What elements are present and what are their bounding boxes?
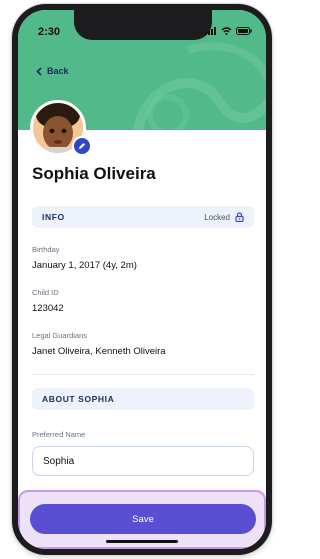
birthday-label: Birthday xyxy=(32,245,60,254)
about-section-title: ABOUT SOPHIA xyxy=(42,394,115,404)
status-icons xyxy=(205,27,252,35)
back-button[interactable]: Back xyxy=(36,66,69,76)
home-indicator xyxy=(106,540,178,543)
child-id-label: Child ID xyxy=(32,288,59,297)
screen: 2:30 Back Sophia Oliveira INFO Locked Bi… xyxy=(18,10,266,549)
locked-label: Locked xyxy=(204,212,230,222)
info-section-title: INFO xyxy=(42,212,65,222)
birthday-value: January 1, 2017 (4y, 2m) xyxy=(32,260,137,271)
chevron-left-icon xyxy=(36,66,42,76)
back-label: Back xyxy=(47,66,69,76)
phone-frame: 2:30 Back Sophia Oliveira INFO Locked Bi… xyxy=(12,4,272,555)
status-time: 2:30 xyxy=(38,26,61,38)
locked-status: Locked xyxy=(204,212,244,222)
about-section-header: ABOUT SOPHIA xyxy=(32,388,254,410)
info-section-header: INFO Locked xyxy=(32,206,254,228)
edit-avatar-button[interactable] xyxy=(72,136,92,156)
signal-icon xyxy=(205,27,216,35)
battery-icon xyxy=(236,27,252,35)
wifi-icon xyxy=(221,27,232,35)
lock-icon xyxy=(235,212,244,222)
legal-guardians-value: Janet Oliveira, Kenneth Oliveira xyxy=(32,346,166,357)
pencil-icon xyxy=(79,143,85,149)
preferred-name-label: Preferred Name xyxy=(32,430,86,439)
legal-guardians-label: Legal Guardians xyxy=(32,331,88,340)
child-id-value: 123042 xyxy=(32,303,64,314)
phone-notch xyxy=(74,10,212,40)
save-button[interactable]: Save xyxy=(30,504,256,534)
preferred-name-input[interactable] xyxy=(32,446,254,476)
avatar-wrap xyxy=(30,100,92,156)
profile-name: Sophia Oliveira xyxy=(32,164,156,183)
section-divider xyxy=(32,374,254,375)
